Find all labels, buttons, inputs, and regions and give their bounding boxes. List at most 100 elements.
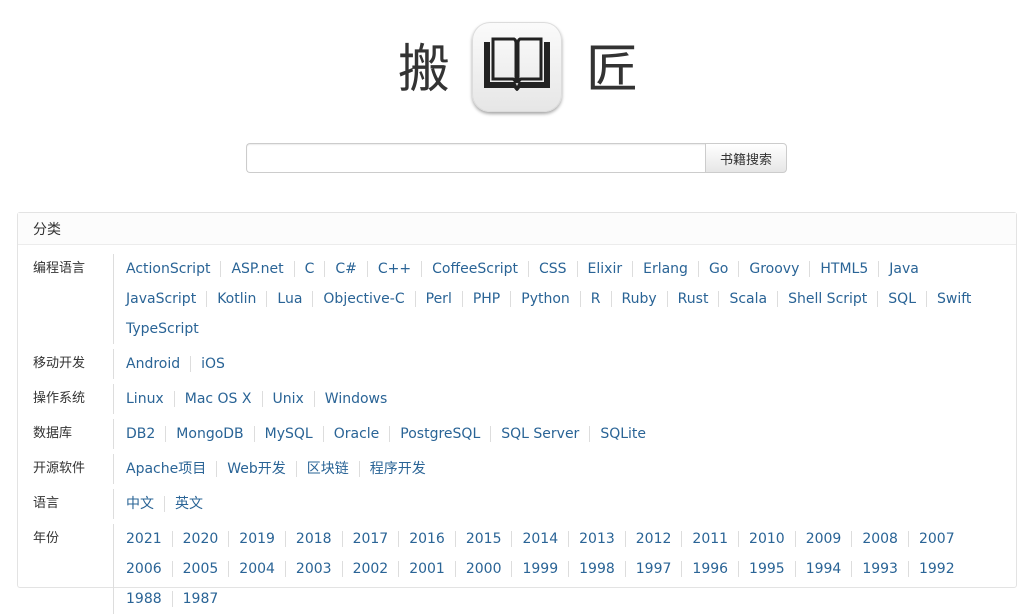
category-link[interactable]: C (293, 261, 325, 277)
category-link[interactable]: 2011 (681, 531, 738, 547)
category-link[interactable]: SQLite (589, 426, 656, 442)
category-links: Android iOS (113, 349, 984, 379)
category-list: 编程语言 ActionScript ASP.net C C# C++ CoffeeScrip… (18, 245, 1016, 614)
category-link[interactable]: Elixir (576, 261, 633, 277)
category-link[interactable]: ASP.net (220, 261, 293, 277)
category-link[interactable]: PHP (461, 291, 510, 307)
category-label: 移动开发 (33, 356, 86, 371)
category-link[interactable]: CoffeeScript (421, 261, 528, 277)
category-link[interactable]: Shell Script (777, 291, 877, 307)
search-bar: 书籍搜索 (246, 143, 787, 173)
category-link[interactable]: 2016 (398, 531, 455, 547)
category-link[interactable]: Oracle (322, 426, 390, 442)
category-link[interactable]: SQL Server (490, 426, 589, 442)
category-link[interactable]: Groovy (738, 261, 809, 277)
category-link[interactable]: 1993 (851, 561, 908, 577)
category-link[interactable]: Objective-C (312, 291, 414, 307)
site-logo[interactable]: 搬 匠 (0, 22, 1029, 114)
category-link[interactable]: 中文 (114, 496, 164, 512)
category-row-mobile-development: 移动开发 Android iOS (18, 349, 1016, 379)
category-link[interactable]: 2000 (454, 561, 512, 577)
category-link[interactable]: C++ (366, 261, 421, 277)
open-book-icon (472, 22, 562, 112)
category-link[interactable]: SQL (877, 291, 926, 307)
category-link[interactable]: 1995 (738, 561, 795, 577)
logo-char-right: 匠 (586, 40, 639, 100)
category-link[interactable]: 2010 (738, 531, 795, 547)
category-link[interactable]: Web开发 (216, 461, 296, 477)
category-link[interactable]: 区块链 (295, 461, 359, 477)
category-link[interactable]: Linux (114, 391, 174, 407)
category-link[interactable]: Ruby (610, 291, 667, 307)
category-link[interactable]: MongoDB (165, 426, 253, 442)
category-link[interactable]: 1999 (511, 561, 568, 577)
category-label: 开源软件 (33, 461, 86, 476)
category-link[interactable]: 2017 (341, 531, 399, 547)
category-link[interactable]: 英文 (164, 496, 213, 512)
category-link[interactable]: 2007 (907, 531, 965, 547)
category-link[interactable]: R (579, 291, 611, 307)
category-link[interactable]: 2018 (284, 531, 342, 547)
category-link[interactable]: Perl (414, 291, 462, 307)
category-link[interactable]: 2014 (511, 531, 568, 547)
category-links: ActionScript ASP.net C C# C++ CoffeeScript CSS… (113, 254, 984, 344)
category-link[interactable]: 2015 (454, 531, 512, 547)
category-link[interactable]: TypeScript (114, 321, 209, 337)
category-link[interactable]: 1997 (624, 561, 682, 577)
category-link[interactable]: Kotlin (206, 291, 266, 307)
category-link[interactable]: Java (878, 261, 929, 277)
category-link[interactable]: Swift (926, 291, 981, 307)
category-link[interactable]: Android (114, 356, 190, 372)
category-link[interactable]: Erlang (632, 261, 698, 277)
category-link[interactable]: Windows (313, 391, 398, 407)
category-link[interactable]: 2002 (341, 561, 399, 577)
category-link[interactable]: 2005 (171, 561, 229, 577)
category-link[interactable]: 程序开发 (358, 461, 436, 477)
category-link[interactable]: 2001 (398, 561, 455, 577)
category-row-operating-systems: 操作系统 Linux Mac OS X Unix Windows (18, 384, 1016, 414)
category-links: 2021 2020 2019 2018 2017 2016 2015 2014 2013 2012… (113, 524, 984, 614)
category-link[interactable]: CSS (527, 261, 577, 277)
category-link[interactable]: 1996 (681, 561, 738, 577)
category-link[interactable]: Unix (261, 391, 314, 407)
category-link[interactable]: HTML5 (809, 261, 878, 277)
category-link[interactable]: 1992 (907, 561, 965, 577)
category-link[interactable]: 2003 (284, 561, 342, 577)
category-link[interactable]: JavaScript (114, 291, 206, 307)
category-links: 中文 英文 (113, 489, 984, 519)
category-link[interactable]: 2019 (228, 531, 285, 547)
category-link[interactable]: 2009 (794, 531, 852, 547)
category-link[interactable]: C# (324, 261, 367, 277)
category-link[interactable]: 2021 (114, 531, 172, 547)
category-link[interactable]: Go (697, 261, 738, 277)
category-link[interactable]: 2004 (228, 561, 285, 577)
category-link[interactable]: iOS (190, 356, 235, 372)
panel-heading: 分类 (18, 213, 1016, 245)
category-label: 数据库 (33, 426, 73, 441)
category-link[interactable]: ActionScript (114, 261, 220, 277)
category-label: 语言 (33, 496, 60, 511)
category-link[interactable]: Apache项目 (114, 461, 216, 477)
category-row-languages: 语言 中文 英文 (18, 489, 1016, 519)
category-row-programming-languages: 编程语言 ActionScript ASP.net C C# C++ CoffeeScrip… (18, 254, 1016, 344)
category-link[interactable]: Lua (266, 291, 312, 307)
category-link[interactable]: PostgreSQL (389, 426, 490, 442)
category-link[interactable]: 2020 (171, 531, 229, 547)
category-link[interactable]: 1998 (568, 561, 625, 577)
category-link[interactable]: Python (510, 291, 580, 307)
category-links: DB2 MongoDB MySQL Oracle PostgreSQL SQL Serve… (113, 419, 984, 449)
book-search-button[interactable]: 书籍搜索 (705, 143, 787, 173)
category-link[interactable]: Mac OS X (173, 391, 262, 407)
category-label: 编程语言 (33, 261, 86, 276)
category-link[interactable]: Rust (666, 291, 719, 307)
category-link[interactable]: 2008 (851, 531, 908, 547)
category-link[interactable]: Scala (718, 291, 777, 307)
category-link[interactable]: 2013 (568, 531, 625, 547)
category-link[interactable]: 1994 (794, 561, 852, 577)
category-label: 操作系统 (33, 391, 86, 406)
search-input[interactable] (246, 143, 706, 173)
category-link[interactable]: 2012 (624, 531, 682, 547)
category-link[interactable]: DB2 (114, 426, 165, 442)
category-link[interactable]: 2006 (114, 561, 172, 577)
category-link[interactable]: MySQL (253, 426, 323, 442)
